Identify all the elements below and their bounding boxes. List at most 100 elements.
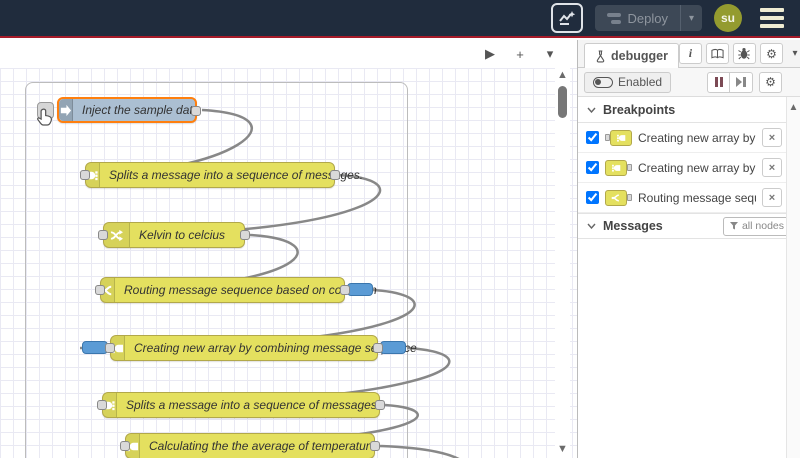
sidebar-tabbar: debugger i ⚙ ▾: [578, 40, 800, 68]
header: Deploy ▾ su: [0, 0, 800, 38]
debugger-settings-button[interactable]: ⚙: [759, 71, 782, 93]
input-port[interactable]: [80, 170, 90, 180]
info-icon: i: [688, 46, 693, 60]
deploy-button[interactable]: Deploy ▾: [594, 5, 702, 31]
flow-node-change[interactable]: Kelvin to celcius: [98, 222, 250, 248]
input-port[interactable]: [95, 285, 105, 295]
join-node-output-icon: [605, 159, 632, 176]
pause-icon: [714, 77, 723, 87]
breakpoints-section-header[interactable]: Breakpoints: [578, 97, 800, 123]
input-port[interactable]: [120, 441, 130, 451]
filter-label: all nodes: [741, 220, 784, 232]
sidebar-tab-buttons: i ⚙ ▾: [678, 43, 800, 67]
breakpoint-row[interactable]: Routing message sequence based on condit…: [578, 183, 800, 213]
inject-icon: [59, 99, 73, 121]
gear-icon: ⚙: [766, 46, 777, 61]
messages-filter-button[interactable]: all nodes: [722, 216, 791, 236]
canvas-toolbar: ▶ + ▾: [0, 40, 577, 68]
input-port[interactable]: [97, 400, 107, 410]
canvas-vertical-scrollbar[interactable]: ▲ ▼: [555, 68, 570, 458]
deploy-options-caret[interactable]: ▾: [679, 5, 702, 31]
breakpoint-row[interactable]: Creating new array by combining message …: [578, 153, 800, 183]
user-avatar[interactable]: su: [714, 4, 742, 32]
debug-tab-button[interactable]: [732, 43, 756, 64]
toggle-icon: [593, 76, 613, 88]
tab-label: debugger: [611, 49, 668, 63]
bug-icon: [738, 48, 751, 60]
flow-canvas[interactable]: ▶ + ▾ Inject the sample data Splits a me…: [0, 40, 577, 458]
help-tab-button[interactable]: [705, 43, 729, 64]
close-icon: ×: [768, 191, 776, 204]
output-port[interactable]: [191, 106, 201, 116]
flow-list-caret[interactable]: ▾: [537, 43, 563, 65]
pause-button[interactable]: [707, 71, 730, 93]
config-tab-button[interactable]: ⚙: [759, 43, 783, 64]
input-port[interactable]: [105, 343, 115, 353]
debugger-toolbar: Enabled ⚙: [578, 68, 800, 97]
scroll-up-icon[interactable]: ▲: [557, 68, 568, 82]
output-port[interactable]: [330, 170, 340, 180]
remove-breakpoint-button[interactable]: ×: [762, 158, 782, 177]
input-port[interactable]: [98, 230, 108, 240]
info-tab-button[interactable]: i: [678, 43, 702, 64]
join-node-input-icon: [605, 129, 632, 146]
book-icon: [711, 48, 724, 59]
chart-sparkle-icon: [558, 11, 575, 25]
messages-section-header[interactable]: Messages all nodes: [578, 213, 800, 239]
deploy-icon: [606, 12, 621, 24]
flow-node-inject[interactable]: Inject the sample data: [37, 97, 201, 123]
close-icon: ×: [768, 161, 776, 174]
remove-breakpoint-button[interactable]: ×: [762, 128, 782, 147]
mouse-cursor: [36, 108, 54, 133]
output-port[interactable]: [373, 343, 383, 353]
scroll-down-icon[interactable]: ▼: [557, 442, 568, 456]
main-menu-button[interactable]: [754, 4, 790, 32]
enabled-label: Enabled: [618, 75, 663, 89]
run-flow-button[interactable]: ▶: [477, 43, 503, 65]
step-icon: [736, 77, 746, 87]
flow-export-ai-button[interactable]: [550, 3, 583, 33]
breakpoint-row[interactable]: Creating new array by combining message …: [578, 123, 800, 153]
flow-node-switch[interactable]: Routing message sequence based on condit…: [95, 277, 377, 303]
flask-icon: [596, 49, 605, 62]
breakpoint-checkbox[interactable]: [586, 191, 599, 204]
output-port[interactable]: [370, 441, 380, 451]
output-port[interactable]: [240, 230, 250, 240]
tab-debugger[interactable]: debugger: [584, 43, 679, 68]
sidebar-vertical-scrollbar[interactable]: ▲: [786, 97, 800, 458]
flow-node-join[interactable]: Creating new array by combining message …: [82, 335, 417, 361]
output-port[interactable]: [375, 400, 385, 410]
add-flow-button[interactable]: +: [507, 43, 533, 65]
breakpoint-checkbox[interactable]: [586, 161, 599, 174]
breakpoint-label: Routing message sequence based on condit…: [638, 190, 756, 205]
flow-node-split[interactable]: Splits a message into a sequence of mess…: [97, 392, 385, 418]
sidebar: debugger i ⚙ ▾ Enabled ⚙ Breakpoints Cre…: [577, 40, 800, 458]
flow-node-split[interactable]: Splits a message into a sequence of mess…: [80, 162, 363, 188]
breakpoint-indicator[interactable]: [380, 341, 406, 354]
node-label: Splits a message into a sequence of mess…: [126, 398, 381, 412]
output-port[interactable]: [340, 285, 350, 295]
filter-icon: [729, 222, 738, 230]
breakpoint-label: Creating new array by combining message …: [638, 130, 756, 145]
wire[interactable]: [379, 444, 464, 458]
breakpoint-label: Creating new array by combining message …: [638, 160, 756, 175]
gear-icon: ⚙: [765, 75, 776, 89]
messages-title: Messages: [603, 219, 663, 233]
flow-node-join[interactable]: Calculating the the average of temperatu…: [120, 433, 380, 458]
chevron-down-icon: [587, 107, 596, 113]
breakpoint-checkbox[interactable]: [586, 131, 599, 144]
breakpoints-title: Breakpoints: [603, 102, 676, 117]
scrollbar-thumb[interactable]: [558, 86, 567, 118]
breakpoint-indicator[interactable]: [347, 283, 373, 296]
remove-breakpoint-button[interactable]: ×: [762, 188, 782, 207]
sidebar-tabs-caret[interactable]: ▾: [787, 48, 800, 59]
node-label: Kelvin to celcius: [139, 228, 226, 242]
debugger-enabled-toggle[interactable]: Enabled: [584, 71, 672, 93]
node-label: Calculating the the average of temperatu…: [149, 439, 377, 453]
scroll-up-icon[interactable]: ▲: [789, 102, 799, 113]
deploy-label: Deploy: [627, 10, 668, 26]
step-button[interactable]: [730, 71, 753, 93]
close-icon: ×: [768, 131, 776, 144]
switch-node-output-icon: [605, 189, 632, 206]
chevron-down-icon: [587, 223, 596, 229]
